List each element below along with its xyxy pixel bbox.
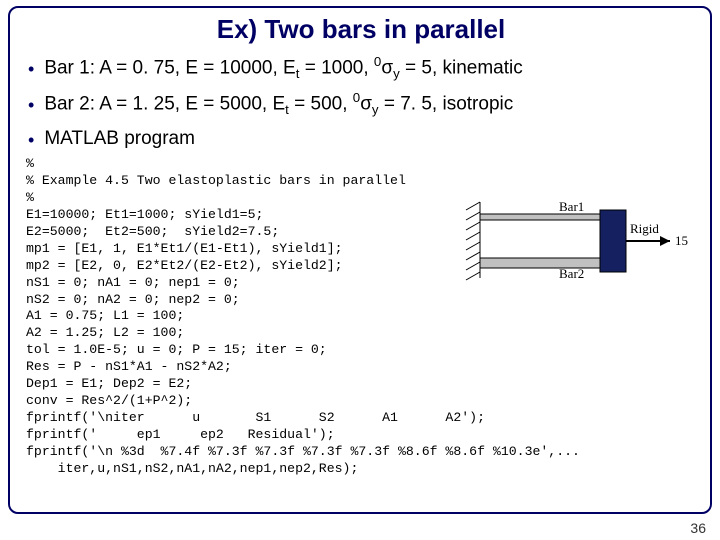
bullet-dot-icon: • — [28, 131, 34, 149]
label-bar1: Bar1 — [559, 199, 584, 214]
bullet-1-text: Bar 1: A = 0. 75, E = 10000, Et = 1000, … — [44, 51, 522, 85]
bullet-3: • MATLAB program — [28, 123, 698, 154]
slide-number: 36 — [690, 520, 706, 536]
label-rigid: Rigid — [630, 221, 659, 236]
bullet-2: • Bar 2: A = 1. 25, E = 5000, Et = 500, … — [28, 87, 698, 121]
slide-page: Ex) Two bars in parallel • Bar 1: A = 0.… — [0, 0, 720, 540]
bullet-1: • Bar 1: A = 0. 75, E = 10000, Et = 1000… — [28, 51, 698, 85]
slide-title: Ex) Two bars in parallel — [24, 14, 698, 45]
rigid-block — [600, 210, 626, 272]
slide-frame: Ex) Two bars in parallel • Bar 1: A = 0.… — [8, 6, 712, 514]
bullet-3-text: MATLAB program — [44, 123, 195, 154]
label-force: 15 — [675, 233, 688, 248]
label-bar2: Bar2 — [559, 266, 584, 281]
bullet-dot-icon: • — [28, 60, 34, 78]
bar1-shape — [480, 214, 600, 220]
bullet-list: • Bar 1: A = 0. 75, E = 10000, Et = 1000… — [28, 51, 698, 154]
bullet-dot-icon: • — [28, 96, 34, 114]
bars-parallel-diagram: Bar1 Bar2 Rigid 15 — [462, 198, 692, 288]
bullet-2-text: Bar 2: A = 1. 25, E = 5000, Et = 500, 0σ… — [44, 87, 513, 121]
force-arrow-head-icon — [660, 236, 670, 246]
